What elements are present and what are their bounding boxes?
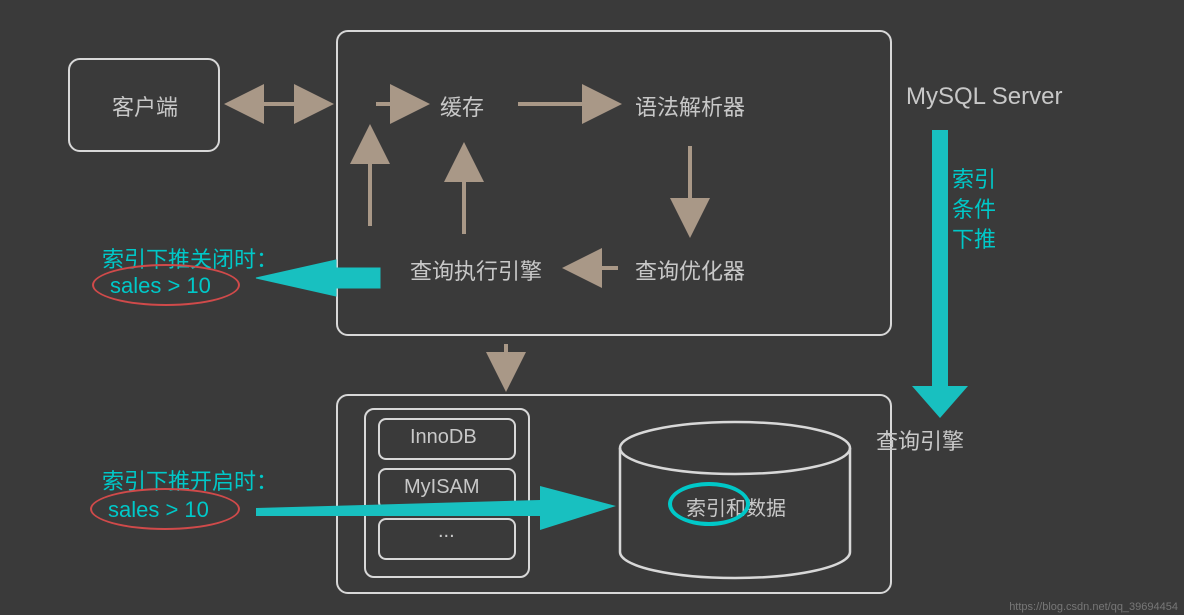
client-label: 客户端 [112, 90, 178, 122]
index-highlight-ellipse [668, 482, 750, 526]
push1: 索引 [952, 162, 996, 194]
push2: 条件 [952, 192, 996, 224]
server-title: MySQL Server [906, 83, 1062, 111]
cache-label: 缓存 [440, 90, 484, 122]
server-box [336, 30, 892, 336]
parser-label: 语法解析器 [635, 90, 745, 122]
on-red-circle [90, 488, 240, 530]
push3: 下推 [952, 222, 996, 254]
off-red-circle [92, 264, 240, 306]
watermark: https://blog.csdn.net/qq_39694454 [1009, 601, 1178, 613]
optimizer-label: 查询优化器 [635, 254, 745, 286]
executor-label: 查询执行引擎 [410, 254, 542, 286]
storage-label: 查询引擎 [876, 424, 964, 456]
myisam-label: MyISAM [404, 476, 480, 499]
innodb-label: InnoDB [410, 426, 477, 449]
more-label: ... [438, 520, 455, 543]
